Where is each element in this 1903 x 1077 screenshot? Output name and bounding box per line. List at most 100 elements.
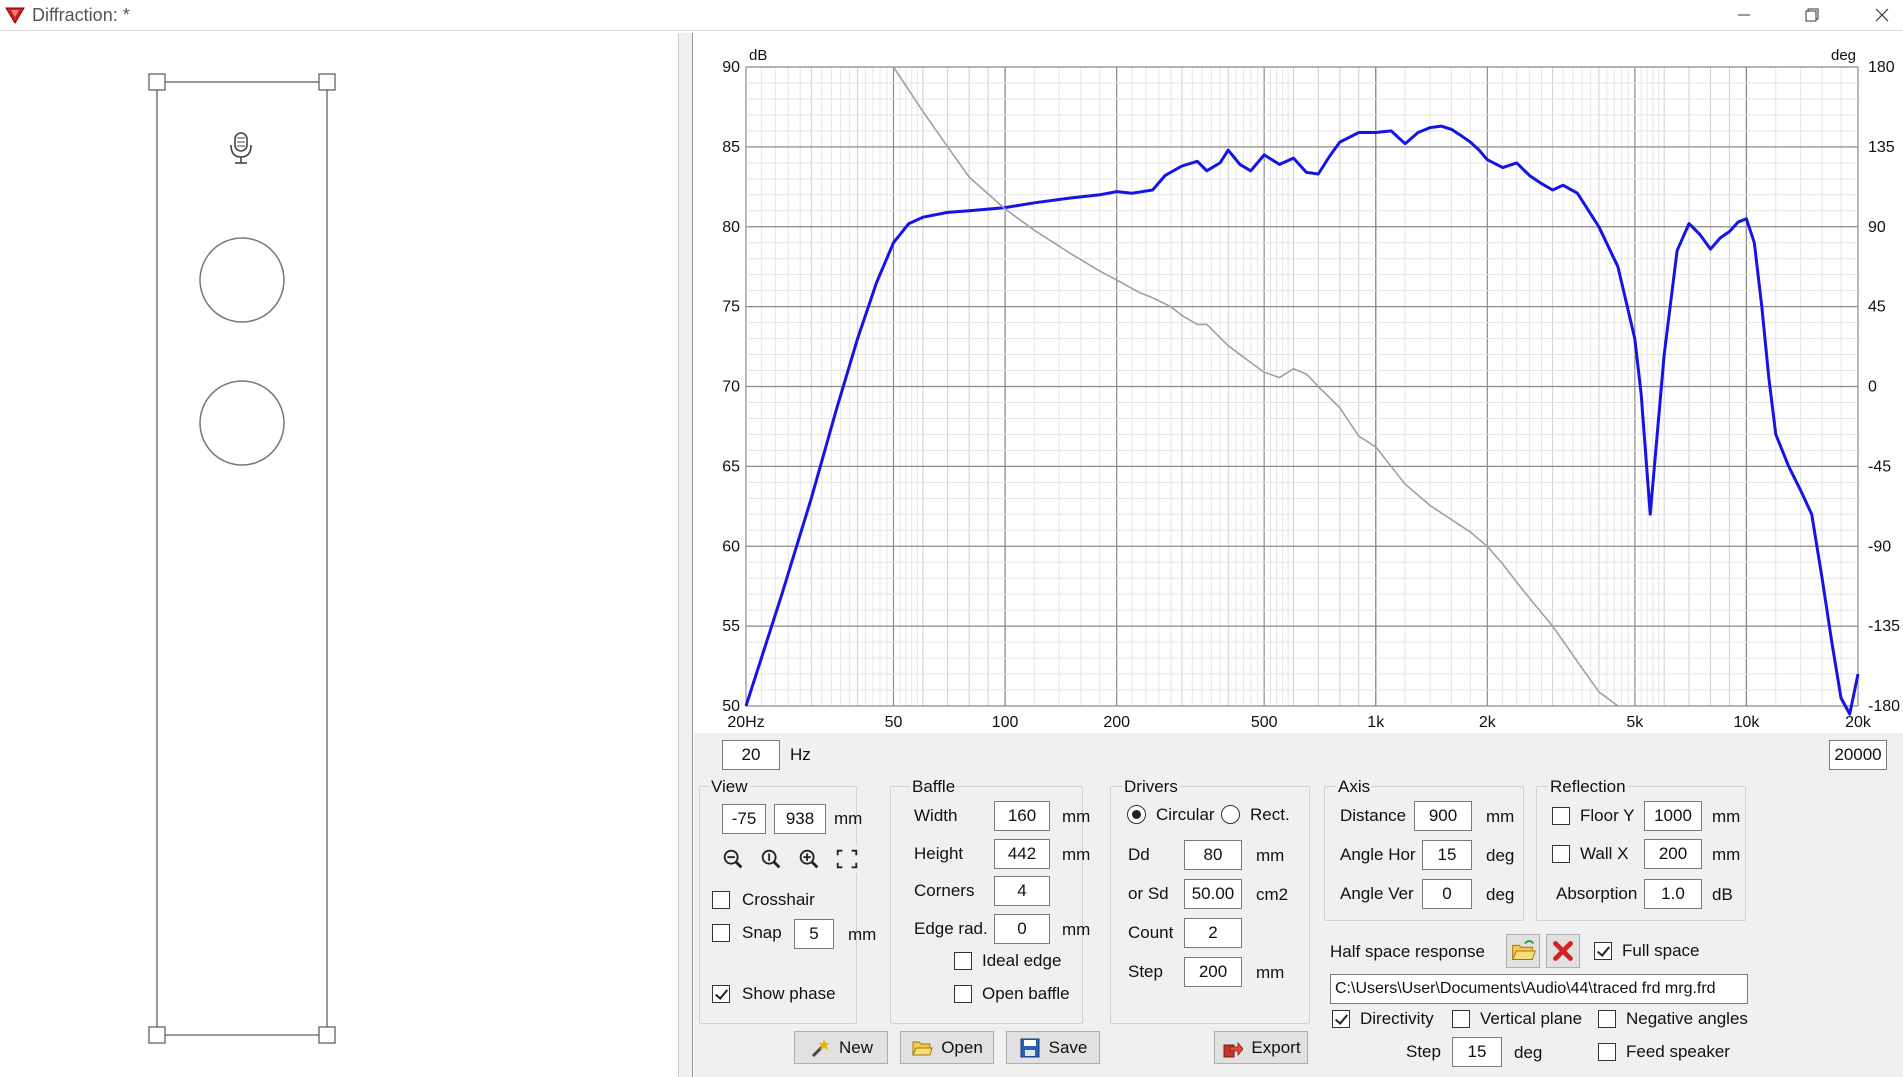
rect-radio[interactable]	[1221, 805, 1240, 824]
x-tick-label: 20Hz	[727, 714, 764, 731]
y2-tick-label: 135	[1868, 139, 1895, 156]
crosshair-checkbox[interactable]	[712, 891, 730, 909]
baffle-preview-panel[interactable]	[0, 33, 680, 1077]
feed-speaker-checkbox[interactable]	[1598, 1043, 1616, 1061]
clear-x-icon[interactable]	[1546, 934, 1580, 968]
snap-unit-label: mm	[848, 925, 877, 944]
half-space-path-input[interactable]	[1330, 974, 1748, 1004]
sd-label: or Sd	[1128, 884, 1169, 903]
floor-input[interactable]	[1644, 801, 1702, 831]
height-input[interactable]	[994, 839, 1050, 869]
microphone-icon[interactable]	[230, 132, 252, 164]
close-icon[interactable]	[1864, 2, 1900, 28]
y2-tick-label: 45	[1868, 299, 1886, 316]
edge-unit-label: mm	[1062, 920, 1091, 939]
dir-step-input[interactable]	[1452, 1037, 1502, 1067]
resize-handle-top-left[interactable]	[148, 73, 166, 91]
x-tick-label: 500	[1251, 714, 1278, 731]
response-chart[interactable]: 90 85 80 75 70 65 60 55 50 180 135 90 45 0 -45 -90 -135 -…	[694, 33, 1903, 733]
view-x-input[interactable]	[722, 804, 766, 834]
export-arrow-icon	[1223, 1041, 1244, 1057]
wall-checkbox[interactable]	[1552, 845, 1570, 863]
height-label: Height	[914, 844, 964, 863]
snap-input[interactable]	[794, 919, 834, 949]
open-folder-icon[interactable]	[1506, 934, 1540, 968]
view-y-input[interactable]	[774, 804, 826, 834]
y-tick-label: 60	[722, 538, 740, 555]
new-button[interactable]: New	[794, 1031, 888, 1064]
resize-handle-bottom-right[interactable]	[318, 1026, 336, 1044]
splitter-bar[interactable]	[678, 33, 693, 1077]
crosshair-label: Crosshair	[742, 890, 815, 909]
y-tick-label: 90	[722, 59, 740, 76]
feed-speaker-label: Feed speaker	[1626, 1042, 1730, 1061]
sd-input[interactable]	[1184, 879, 1242, 909]
y-unit-right: deg	[1831, 47, 1856, 64]
full-space-checkbox[interactable]	[1594, 942, 1612, 960]
restore-icon[interactable]	[1794, 2, 1830, 28]
y2-tick-label: 90	[1868, 219, 1886, 236]
directivity-label: Directivity	[1360, 1009, 1434, 1028]
baffle-drawing[interactable]	[0, 33, 678, 1077]
width-input[interactable]	[994, 801, 1050, 831]
y-tick-label: 50	[722, 698, 740, 715]
view-unit-label: mm	[834, 809, 863, 828]
angle-hor-label: Angle Hor	[1340, 845, 1416, 864]
freq-min-input[interactable]	[722, 740, 780, 770]
y-tick-label: 55	[722, 618, 740, 635]
baffle-outline[interactable]	[156, 81, 328, 1036]
driver-circle-1[interactable]	[199, 237, 285, 323]
step-unit-label: mm	[1256, 963, 1285, 982]
zoom-fit-icon[interactable]	[756, 845, 786, 873]
edge-radius-input[interactable]	[994, 914, 1050, 944]
directivity-checkbox[interactable]	[1332, 1010, 1350, 1028]
resize-handle-top-right[interactable]	[318, 73, 336, 91]
window-title: Diffraction: *	[32, 5, 130, 25]
rect-label: Rect.	[1250, 805, 1290, 824]
vertical-plane-checkbox[interactable]	[1452, 1010, 1470, 1028]
angle-ver-label: Angle Ver	[1340, 884, 1414, 903]
fullscreen-icon[interactable]	[832, 845, 862, 873]
minimize-icon[interactable]	[1726, 2, 1762, 28]
freq-max-input[interactable]	[1829, 740, 1887, 770]
half-space-label: Half space response	[1330, 942, 1485, 961]
absorption-input[interactable]	[1644, 879, 1702, 909]
y-tick-label: 85	[722, 139, 740, 156]
dir-step-unit-label: deg	[1514, 1043, 1543, 1062]
negative-angles-checkbox[interactable]	[1598, 1010, 1616, 1028]
show-phase-checkbox[interactable]	[712, 985, 730, 1003]
circular-radio[interactable]	[1127, 805, 1146, 824]
floor-checkbox[interactable]	[1552, 807, 1570, 825]
open-button[interactable]: Open	[900, 1031, 994, 1064]
reflection-group-title: Reflection	[1548, 777, 1628, 797]
wall-input[interactable]	[1644, 839, 1702, 869]
dir-step-label: Step	[1406, 1042, 1441, 1061]
driver-step-input[interactable]	[1184, 957, 1242, 987]
snap-checkbox[interactable]	[712, 924, 730, 942]
y2-tick-label: -90	[1868, 538, 1891, 555]
folder-icon	[912, 1041, 933, 1055]
count-input[interactable]	[1184, 918, 1242, 948]
resize-handle-bottom-left[interactable]	[148, 1026, 166, 1044]
floor-label: Floor Y	[1580, 806, 1635, 825]
driver-circle-2[interactable]	[199, 380, 285, 466]
dd-input[interactable]	[1184, 840, 1242, 870]
title-bar: Diffraction: *	[0, 0, 1903, 31]
zoom-in-icon[interactable]	[794, 845, 824, 873]
zoom-out-icon[interactable]	[718, 845, 748, 873]
vertical-plane-label: Vertical plane	[1480, 1009, 1583, 1028]
frequency-response-graph[interactable]: 90 85 80 75 70 65 60 55 50 180 135 90 45 0 -45 -90 -135 -…	[694, 33, 1903, 733]
ideal-edge-checkbox[interactable]	[954, 952, 972, 970]
height-unit-label: mm	[1062, 845, 1091, 864]
angle-ver-input[interactable]	[1422, 879, 1472, 909]
distance-input[interactable]	[1414, 801, 1472, 831]
open-baffle-checkbox[interactable]	[954, 985, 972, 1003]
axis-group-title: Axis	[1336, 777, 1373, 797]
save-button[interactable]: Save	[1006, 1031, 1100, 1064]
x-tick-label: 200	[1103, 714, 1130, 731]
corners-input[interactable]	[994, 876, 1050, 906]
angle-hor-input[interactable]	[1422, 840, 1472, 870]
y2-tick-label: 0	[1868, 379, 1877, 396]
y2-tick-label: -135	[1868, 618, 1900, 635]
export-button[interactable]: Export	[1214, 1031, 1308, 1064]
